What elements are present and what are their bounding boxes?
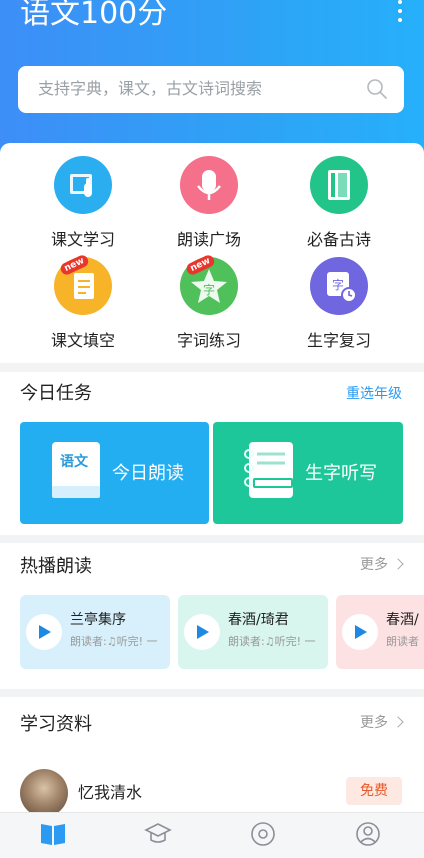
task-dictation[interactable]: 生字听写 xyxy=(213,422,403,524)
feature-character-review[interactable]: 字 生字复习 xyxy=(282,257,392,350)
bottom-tab-bar: 首页 学习 发现 我的 xyxy=(0,812,424,858)
tab-discover[interactable]: 发现 xyxy=(233,821,293,858)
feature-label: 必备古诗 xyxy=(306,230,371,249)
task-label: 生字听写 xyxy=(305,463,377,484)
feature-label: 朗读广场 xyxy=(176,230,241,249)
feature-fill-blank[interactable]: new 课文填空 xyxy=(26,253,136,350)
hot-item-reader: 朗读者:♫听完! 一 xyxy=(228,635,316,648)
hot-reading-section: 热播朗读 更多 兰亭集序 朗读者:♫听完! 一 春酒/琦君 朗读者:♫听完! 一… xyxy=(0,543,424,689)
more-menu-icon[interactable] xyxy=(396,0,404,22)
feature-label: 字词练习 xyxy=(176,331,241,350)
svg-text:语文: 语文 xyxy=(60,453,89,470)
header: 语文100分 支持字典，课文，古文诗词搜索 xyxy=(0,0,424,165)
search-bar[interactable]: 支持字典，课文，古文诗词搜索 xyxy=(18,66,404,113)
task-today-reading[interactable]: 语文 今日朗读 xyxy=(20,422,209,524)
chevron-right-icon xyxy=(392,716,404,728)
task-label: 今日朗读 xyxy=(112,463,184,484)
ancient-book-icon xyxy=(310,156,368,214)
more-label: 更多 xyxy=(360,715,388,731)
chevron-right-icon xyxy=(392,558,404,570)
compass-icon xyxy=(251,822,275,846)
notebook-pencil-icon xyxy=(244,442,293,498)
tab-home[interactable]: 首页 xyxy=(23,821,83,858)
textbook-hand-icon xyxy=(54,156,112,214)
tab-study[interactable]: 学习 xyxy=(128,821,188,858)
feature-grid: 课文学习 朗读广场 必备古诗 new 课文填空 字 new 字词练习 字 生字复… xyxy=(0,143,424,363)
hot-reading-item[interactable]: 兰亭集序 朗读者:♫听完! 一 xyxy=(20,595,170,669)
feature-word-practice[interactable]: 字 new 字词练习 xyxy=(152,253,262,350)
hot-reading-item[interactable]: 春酒/琦君 朗读者:♫听完! 一 xyxy=(178,595,328,669)
hot-item-title: 春酒/琦君 xyxy=(228,612,289,628)
chinese-book-icon: 语文 xyxy=(52,442,100,498)
search-icon[interactable] xyxy=(366,78,388,100)
open-book-icon xyxy=(41,824,65,845)
app-title: 语文100分 xyxy=(20,0,168,31)
feature-reading-square[interactable]: 朗读广场 xyxy=(152,156,262,249)
feature-label: 课文学习 xyxy=(50,230,115,249)
tab-profile[interactable]: 我的 xyxy=(338,821,398,858)
today-tasks-section: 今日任务 重选年级 语文 今日朗读 生字听写 xyxy=(0,372,424,535)
hot-reading-item[interactable]: 春酒/ 朗读者 xyxy=(336,595,424,669)
user-icon xyxy=(356,822,380,846)
feature-label: 生字复习 xyxy=(306,331,371,350)
hot-item-title: 春酒/ xyxy=(386,612,419,628)
study-materials-section: 学习资料 更多 忆我清水 免费 xyxy=(0,697,424,827)
hot-item-reader: 朗读者 xyxy=(386,635,419,648)
avatar[interactable] xyxy=(20,769,68,817)
feature-textbook-study[interactable]: 课文学习 xyxy=(26,156,136,249)
section-title-hot-reading: 热播朗读 xyxy=(20,556,92,577)
svg-text:字: 字 xyxy=(203,282,215,297)
hot-item-title: 兰亭集序 xyxy=(70,612,126,628)
section-title-today-tasks: 今日任务 xyxy=(20,383,92,404)
feature-ancient-poems[interactable]: 必备古诗 xyxy=(282,156,392,249)
hot-more-link[interactable]: 更多 xyxy=(360,555,404,575)
hot-item-reader: 朗读者:♫听完! 一 xyxy=(70,635,158,648)
play-icon[interactable] xyxy=(26,614,62,650)
feature-label: 课文填空 xyxy=(50,331,115,350)
more-label: 更多 xyxy=(360,557,388,573)
graduation-cap-icon xyxy=(144,823,172,843)
play-icon[interactable] xyxy=(184,614,220,650)
free-badge[interactable]: 免费 xyxy=(346,777,402,805)
svg-text:字: 字 xyxy=(332,277,344,292)
study-more-link[interactable]: 更多 xyxy=(360,713,404,733)
reselect-grade-link[interactable]: 重选年级 xyxy=(346,384,402,404)
study-item-name[interactable]: 忆我清水 xyxy=(78,783,142,803)
play-icon[interactable] xyxy=(342,614,378,650)
search-placeholder[interactable]: 支持字典，课文，古文诗词搜索 xyxy=(38,79,262,99)
microphone-icon xyxy=(180,156,238,214)
character-review-icon: 字 xyxy=(310,257,368,315)
section-title-study-materials: 学习资料 xyxy=(20,714,92,735)
